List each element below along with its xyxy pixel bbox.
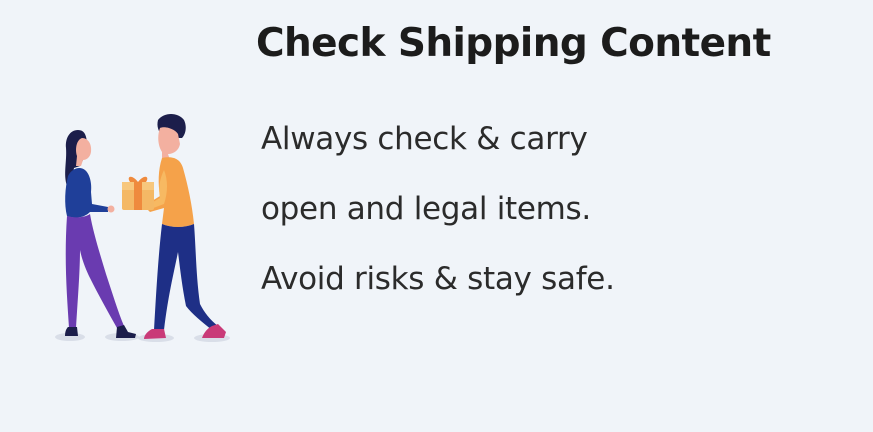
man-figure — [144, 114, 226, 339]
instruction-line: Always check & carry — [261, 121, 588, 157]
instruction-line: Avoid risks & stay safe. — [261, 261, 615, 297]
instruction-text: Always check & carry open and legal item… — [261, 117, 851, 327]
people-handing-package-illustration — [40, 100, 250, 360]
instruction-line: open and legal items. — [261, 191, 591, 227]
shipping-info-card: Check Shipping Content Always check & ca… — [0, 0, 873, 432]
card-title: Check Shipping Content — [256, 21, 771, 66]
woman-figure — [65, 130, 136, 338]
package-icon — [122, 176, 154, 210]
